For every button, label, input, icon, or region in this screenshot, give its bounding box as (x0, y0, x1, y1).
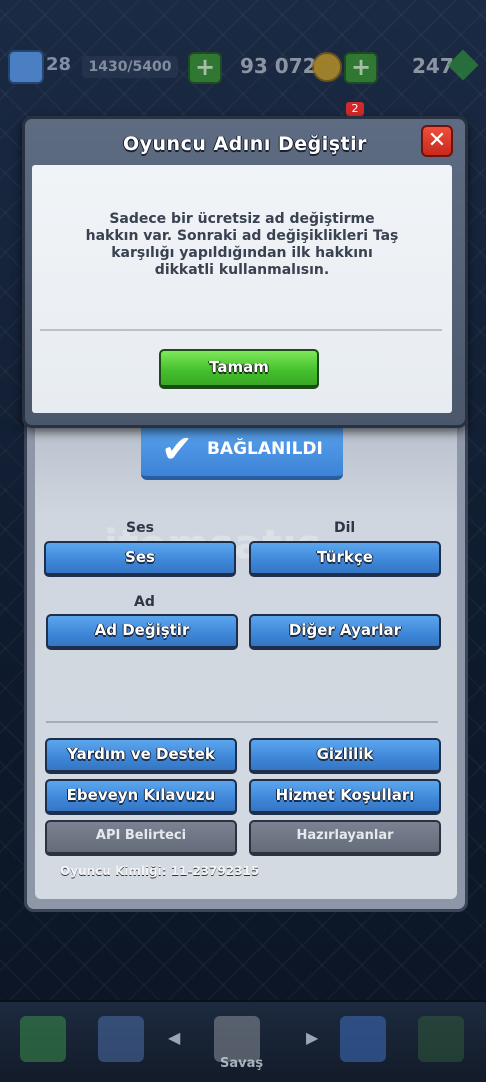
dialog-message: Sadece bir ücretsiz ad değiştirme hakkın… (85, 211, 399, 278)
change-name-button[interactable]: Ad Değiştir (46, 614, 238, 650)
dialog-title: Oyuncu Adını Değiştir (122, 133, 367, 155)
dialog-divider (40, 329, 442, 331)
credits-button[interactable]: Hazırlayanlar (249, 820, 441, 856)
events-icon[interactable] (418, 1016, 464, 1062)
nav-right-arrow-icon[interactable]: ▶ (306, 1028, 318, 1047)
change-name-dialog: Oyuncu Adını Değiştir ✕ Sadece bir ücret… (22, 116, 468, 428)
gold-coin-icon (312, 52, 342, 82)
level-badge-icon (8, 50, 44, 84)
connected-button[interactable]: ✔ BAĞLANILDI (141, 422, 343, 480)
close-icon[interactable]: ✕ (421, 125, 453, 157)
gold-count: 93 072 (240, 54, 317, 78)
shop-icon[interactable] (20, 1016, 66, 1062)
terms-of-service-button[interactable]: Hizmet Koşulları (249, 779, 441, 815)
cards-icon[interactable] (98, 1016, 144, 1062)
notification-badge: 2 (346, 102, 364, 116)
battle-tab-label: Savaş (220, 1056, 264, 1071)
connected-label: BAĞLANILDI (206, 439, 323, 459)
ok-button[interactable]: Tamam (159, 349, 319, 389)
privacy-button[interactable]: Gizlilik (249, 738, 441, 774)
nav-left-arrow-icon[interactable]: ◀ (168, 1028, 180, 1047)
xp-bar: 1430/5400 (82, 56, 178, 78)
other-settings-button[interactable]: Diğer Ayarlar (249, 614, 441, 650)
language-button[interactable]: Türkçe (249, 541, 441, 577)
add-gold-button[interactable]: + (344, 52, 378, 84)
help-support-button[interactable]: Yardım ve Destek (45, 738, 237, 774)
clan-icon[interactable] (340, 1016, 386, 1062)
checkmark-icon: ✔ (161, 427, 193, 471)
player-id-text: Oyuncu Kimliği: 11-23792315 (60, 864, 260, 878)
sound-section-label: Ses (126, 520, 154, 536)
divider (46, 721, 438, 723)
level-number: 28 (46, 54, 72, 75)
language-section-label: Dil (334, 520, 356, 536)
parent-guide-button[interactable]: Ebeveyn Kılavuzu (45, 779, 237, 815)
sound-button[interactable]: Ses (44, 541, 236, 577)
name-section-label: Ad (134, 594, 155, 610)
resource-bar: 28 1430/5400 + 93 072 + 247 (0, 44, 486, 90)
dialog-body: Sadece bir ücretsiz ad değiştirme hakkın… (32, 165, 452, 413)
add-xp-button[interactable]: + (188, 52, 222, 84)
api-token-button[interactable]: API Belirteci (45, 820, 237, 856)
